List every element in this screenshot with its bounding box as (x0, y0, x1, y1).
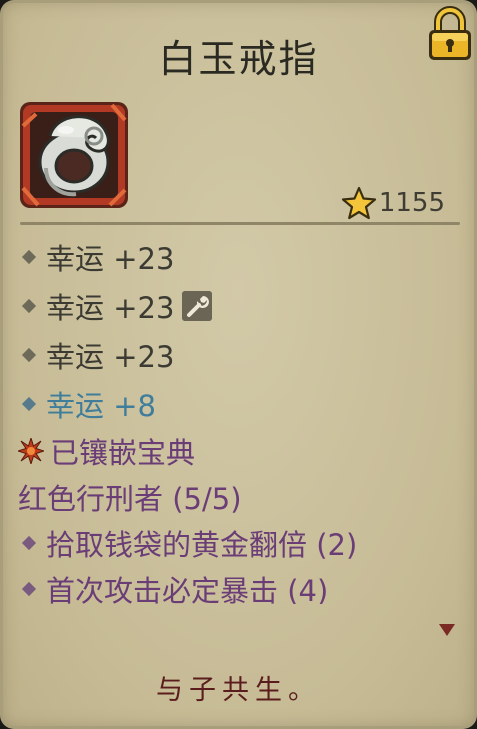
item-title: 白玉戒指 (158, 37, 319, 81)
set-name: 红色行刑者 (5/5) (18, 474, 458, 520)
jade-ring-icon[interactable] (16, 96, 132, 212)
set-name-label: 红色行刑者 (5/5) (18, 482, 242, 516)
item-tooltip-panel: 白玉戒指 1155 幸运 +23 幸运 +23 幸运 +23 幸运 +8 已镶嵌… (0, 0, 477, 729)
red-burst-icon (18, 438, 44, 464)
set-bonus-label: 首次攻击必定暴击 (4) (46, 574, 329, 604)
scroll-down-arrow-icon[interactable] (437, 622, 457, 638)
diamond-bullet-icon (21, 298, 37, 313)
diamond-bullet-icon (21, 535, 37, 551)
diamond-bullet-icon (21, 396, 37, 411)
set-bonus-label: 拾取钱袋的黄金翻倍 (2) (46, 528, 358, 562)
stat-label: 幸运 +23 (46, 241, 175, 276)
stats-list[interactable]: 幸运 +23 幸运 +23 幸运 +23 幸运 +8 已镶嵌宝典 红色行刑者 (… (18, 232, 458, 604)
divider (20, 222, 460, 225)
stat-label: 幸运 +8 (46, 388, 156, 423)
stat-row: 幸运 +23 (18, 330, 458, 379)
item-score: 1155 (341, 186, 445, 220)
diamond-bullet-icon (21, 581, 37, 597)
stat-label: 幸运 +23 (46, 290, 175, 325)
gem-label: 已镶嵌宝典 (50, 436, 196, 470)
score-value: 1155 (378, 188, 445, 218)
stat-label: 幸运 +23 (46, 339, 175, 374)
set-bonus-row: 首次攻击必定暴击 (4) (18, 566, 458, 604)
lock-icon[interactable] (426, 6, 474, 64)
stat-row: 幸运 +23 (18, 232, 458, 281)
flavor-text: 与子共生。 (156, 675, 321, 706)
gem-socket-row: 已镶嵌宝典 (18, 428, 458, 474)
stat-row: 幸运 +23 (18, 281, 458, 330)
wrench-icon[interactable] (182, 290, 213, 321)
stat-row-magic: 幸运 +8 (18, 379, 458, 428)
diamond-bullet-icon (21, 347, 37, 362)
star-icon (341, 186, 376, 220)
diamond-bullet-icon (21, 249, 37, 264)
set-bonus-row: 拾取钱袋的黄金翻倍 (2) (18, 520, 458, 566)
